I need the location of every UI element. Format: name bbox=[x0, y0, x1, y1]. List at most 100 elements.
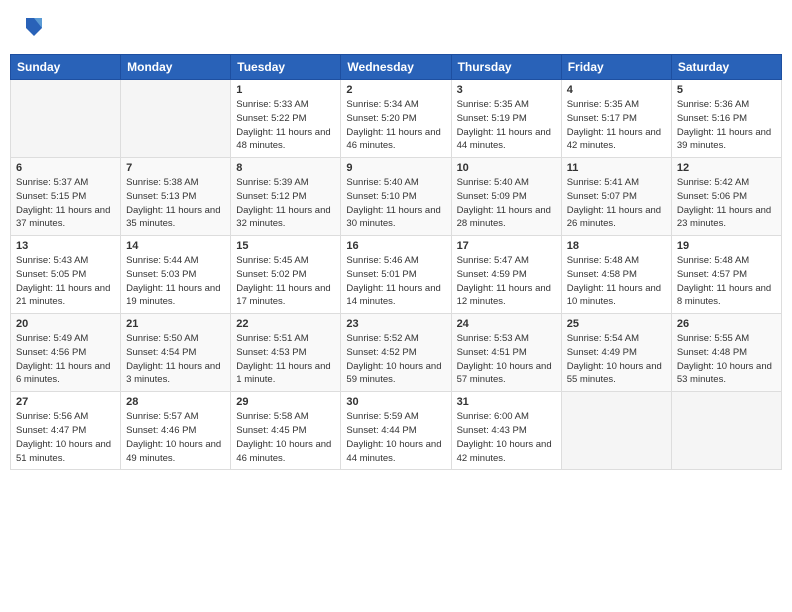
calendar-day-cell: 31Sunrise: 6:00 AMSunset: 4:43 PMDayligh… bbox=[451, 392, 561, 470]
day-number: 27 bbox=[16, 396, 115, 408]
calendar-day-cell: 28 Sunrise: 5:57 AMSunset: 4:46 PMDayligh… bbox=[121, 392, 231, 470]
calendar-day-cell: 19 Sunrise: 5:48 AMSunset: 4:57 PMDayligh… bbox=[671, 236, 781, 314]
calendar-day-cell: 11Sunrise: 5:41 AMSunset: 5:07 PMDayligh… bbox=[561, 158, 671, 236]
calendar-day-cell: 27 Sunrise: 5:56 AMSunset: 4:47 PMDayligh… bbox=[11, 392, 121, 470]
day-info: Sunrise: 5:54 AMSunset: 4:49 PMDaylight:… bbox=[567, 332, 666, 387]
day-number: 7 bbox=[126, 162, 225, 174]
day-number: 1 bbox=[236, 84, 335, 96]
weekday-header-cell: Thursday bbox=[451, 55, 561, 80]
calendar-day-cell: 8 Sunrise: 5:39 AMSunset: 5:12 PMDaylight… bbox=[231, 158, 341, 236]
day-info: Sunrise: 5:45 AMSunset: 5:02 PMDaylight:… bbox=[236, 254, 335, 309]
day-info: Sunrise: 5:36 AMSunset: 5:16 PMDaylight:… bbox=[677, 98, 776, 153]
calendar-table: SundayMondayTuesdayWednesdayThursdayFrid… bbox=[10, 54, 782, 470]
day-info: Sunrise: 5:59 AMSunset: 4:44 PMDaylight:… bbox=[346, 410, 445, 465]
calendar-week-row: 1 Sunrise: 5:33 AMSunset: 5:22 PMDaylight… bbox=[11, 80, 782, 158]
day-info: Sunrise: 5:38 AMSunset: 5:13 PMDaylight:… bbox=[126, 176, 225, 231]
day-info: Sunrise: 5:55 AMSunset: 4:48 PMDaylight:… bbox=[677, 332, 776, 387]
calendar-day-cell: 3 Sunrise: 5:35 AMSunset: 5:19 PMDaylight… bbox=[451, 80, 561, 158]
day-number: 28 bbox=[126, 396, 225, 408]
calendar-day-cell: 9 Sunrise: 5:40 AMSunset: 5:10 PMDaylight… bbox=[341, 158, 451, 236]
calendar-day-cell: 21 Sunrise: 5:50 AMSunset: 4:54 PMDayligh… bbox=[121, 314, 231, 392]
day-number: 29 bbox=[236, 396, 335, 408]
day-number: 22 bbox=[236, 318, 335, 330]
calendar-day-cell: 2Sunrise: 5:34 AMSunset: 5:20 PMDaylight… bbox=[341, 80, 451, 158]
day-number: 10 bbox=[457, 162, 556, 174]
calendar-week-row: 20Sunrise: 5:49 AMSunset: 4:56 PMDayligh… bbox=[11, 314, 782, 392]
calendar-day-cell bbox=[121, 80, 231, 158]
day-number: 21 bbox=[126, 318, 225, 330]
calendar-day-cell: 26 Sunrise: 5:55 AMSunset: 4:48 PMDayligh… bbox=[671, 314, 781, 392]
calendar-day-cell: 1 Sunrise: 5:33 AMSunset: 5:22 PMDaylight… bbox=[231, 80, 341, 158]
day-info: Sunrise: 5:48 AMSunset: 4:57 PMDaylight:… bbox=[677, 254, 776, 309]
day-number: 3 bbox=[457, 84, 556, 96]
calendar-week-row: 13 Sunrise: 5:43 AMSunset: 5:05 PMDayligh… bbox=[11, 236, 782, 314]
calendar-day-cell: 10 Sunrise: 5:40 AMSunset: 5:09 PMDayligh… bbox=[451, 158, 561, 236]
day-number: 9 bbox=[346, 162, 445, 174]
day-info: Sunrise: 5:53 AMSunset: 4:51 PMDaylight:… bbox=[457, 332, 556, 387]
day-number: 8 bbox=[236, 162, 335, 174]
day-number: 20 bbox=[16, 318, 115, 330]
calendar-day-cell: 24 Sunrise: 5:53 AMSunset: 4:51 PMDayligh… bbox=[451, 314, 561, 392]
day-number: 30 bbox=[346, 396, 445, 408]
day-info: Sunrise: 5:40 AMSunset: 5:10 PMDaylight:… bbox=[346, 176, 445, 231]
day-info: Sunrise: 5:42 AMSunset: 5:06 PMDaylight:… bbox=[677, 176, 776, 231]
day-info: Sunrise: 5:33 AMSunset: 5:22 PMDaylight:… bbox=[236, 98, 335, 153]
weekday-header-cell: Saturday bbox=[671, 55, 781, 80]
day-info: Sunrise: 5:51 AMSunset: 4:53 PMDaylight:… bbox=[236, 332, 335, 387]
calendar-day-cell: 25 Sunrise: 5:54 AMSunset: 4:49 PMDayligh… bbox=[561, 314, 671, 392]
weekday-header-cell: Sunday bbox=[11, 55, 121, 80]
weekday-header-cell: Wednesday bbox=[341, 55, 451, 80]
calendar-day-cell: 15 Sunrise: 5:45 AMSunset: 5:02 PMDayligh… bbox=[231, 236, 341, 314]
day-info: Sunrise: 5:43 AMSunset: 5:05 PMDaylight:… bbox=[16, 254, 115, 309]
calendar-day-cell bbox=[11, 80, 121, 158]
calendar-day-cell bbox=[671, 392, 781, 470]
day-number: 14 bbox=[126, 240, 225, 252]
calendar-day-cell: 7 Sunrise: 5:38 AMSunset: 5:13 PMDaylight… bbox=[121, 158, 231, 236]
day-number: 31 bbox=[457, 396, 556, 408]
day-info: Sunrise: 5:48 AMSunset: 4:58 PMDaylight:… bbox=[567, 254, 666, 309]
day-info: Sunrise: 5:52 AMSunset: 4:52 PMDaylight:… bbox=[346, 332, 445, 387]
calendar-week-row: 27 Sunrise: 5:56 AMSunset: 4:47 PMDayligh… bbox=[11, 392, 782, 470]
calendar-day-cell: 23Sunrise: 5:52 AMSunset: 4:52 PMDayligh… bbox=[341, 314, 451, 392]
day-number: 25 bbox=[567, 318, 666, 330]
day-info: Sunrise: 5:35 AMSunset: 5:17 PMDaylight:… bbox=[567, 98, 666, 153]
day-number: 11 bbox=[567, 162, 666, 174]
logo-icon bbox=[22, 14, 46, 42]
day-info: Sunrise: 5:46 AMSunset: 5:01 PMDaylight:… bbox=[346, 254, 445, 309]
calendar-day-cell: 18Sunrise: 5:48 AMSunset: 4:58 PMDayligh… bbox=[561, 236, 671, 314]
calendar-day-cell: 13 Sunrise: 5:43 AMSunset: 5:05 PMDayligh… bbox=[11, 236, 121, 314]
calendar-day-cell: 30 Sunrise: 5:59 AMSunset: 4:44 PMDayligh… bbox=[341, 392, 451, 470]
page-header bbox=[10, 10, 782, 46]
day-info: Sunrise: 5:58 AMSunset: 4:45 PMDaylight:… bbox=[236, 410, 335, 465]
day-number: 12 bbox=[677, 162, 776, 174]
day-number: 13 bbox=[16, 240, 115, 252]
calendar-day-cell: 22 Sunrise: 5:51 AMSunset: 4:53 PMDayligh… bbox=[231, 314, 341, 392]
calendar-day-cell: 4 Sunrise: 5:35 AMSunset: 5:17 PMDaylight… bbox=[561, 80, 671, 158]
calendar-day-cell: 16 Sunrise: 5:46 AMSunset: 5:01 PMDayligh… bbox=[341, 236, 451, 314]
day-info: Sunrise: 5:39 AMSunset: 5:12 PMDaylight:… bbox=[236, 176, 335, 231]
calendar-day-cell: 20Sunrise: 5:49 AMSunset: 4:56 PMDayligh… bbox=[11, 314, 121, 392]
day-number: 26 bbox=[677, 318, 776, 330]
weekday-header-cell: Tuesday bbox=[231, 55, 341, 80]
day-number: 16 bbox=[346, 240, 445, 252]
logo bbox=[18, 14, 46, 42]
calendar-body: 1 Sunrise: 5:33 AMSunset: 5:22 PMDaylight… bbox=[11, 80, 782, 470]
weekday-header-row: SundayMondayTuesdayWednesdayThursdayFrid… bbox=[11, 55, 782, 80]
day-number: 6 bbox=[16, 162, 115, 174]
calendar-day-cell: 17Sunrise: 5:47 AMSunset: 4:59 PMDayligh… bbox=[451, 236, 561, 314]
day-number: 5 bbox=[677, 84, 776, 96]
day-info: Sunrise: 5:40 AMSunset: 5:09 PMDaylight:… bbox=[457, 176, 556, 231]
day-info: Sunrise: 5:50 AMSunset: 4:54 PMDaylight:… bbox=[126, 332, 225, 387]
calendar-day-cell bbox=[561, 392, 671, 470]
day-info: Sunrise: 5:35 AMSunset: 5:19 PMDaylight:… bbox=[457, 98, 556, 153]
day-number: 24 bbox=[457, 318, 556, 330]
calendar-day-cell: 6Sunrise: 5:37 AMSunset: 5:15 PMDaylight… bbox=[11, 158, 121, 236]
day-number: 4 bbox=[567, 84, 666, 96]
day-info: Sunrise: 5:56 AMSunset: 4:47 PMDaylight:… bbox=[16, 410, 115, 465]
day-info: Sunrise: 5:44 AMSunset: 5:03 PMDaylight:… bbox=[126, 254, 225, 309]
day-info: Sunrise: 5:57 AMSunset: 4:46 PMDaylight:… bbox=[126, 410, 225, 465]
calendar-day-cell: 12 Sunrise: 5:42 AMSunset: 5:06 PMDayligh… bbox=[671, 158, 781, 236]
day-number: 15 bbox=[236, 240, 335, 252]
day-number: 19 bbox=[677, 240, 776, 252]
day-number: 17 bbox=[457, 240, 556, 252]
